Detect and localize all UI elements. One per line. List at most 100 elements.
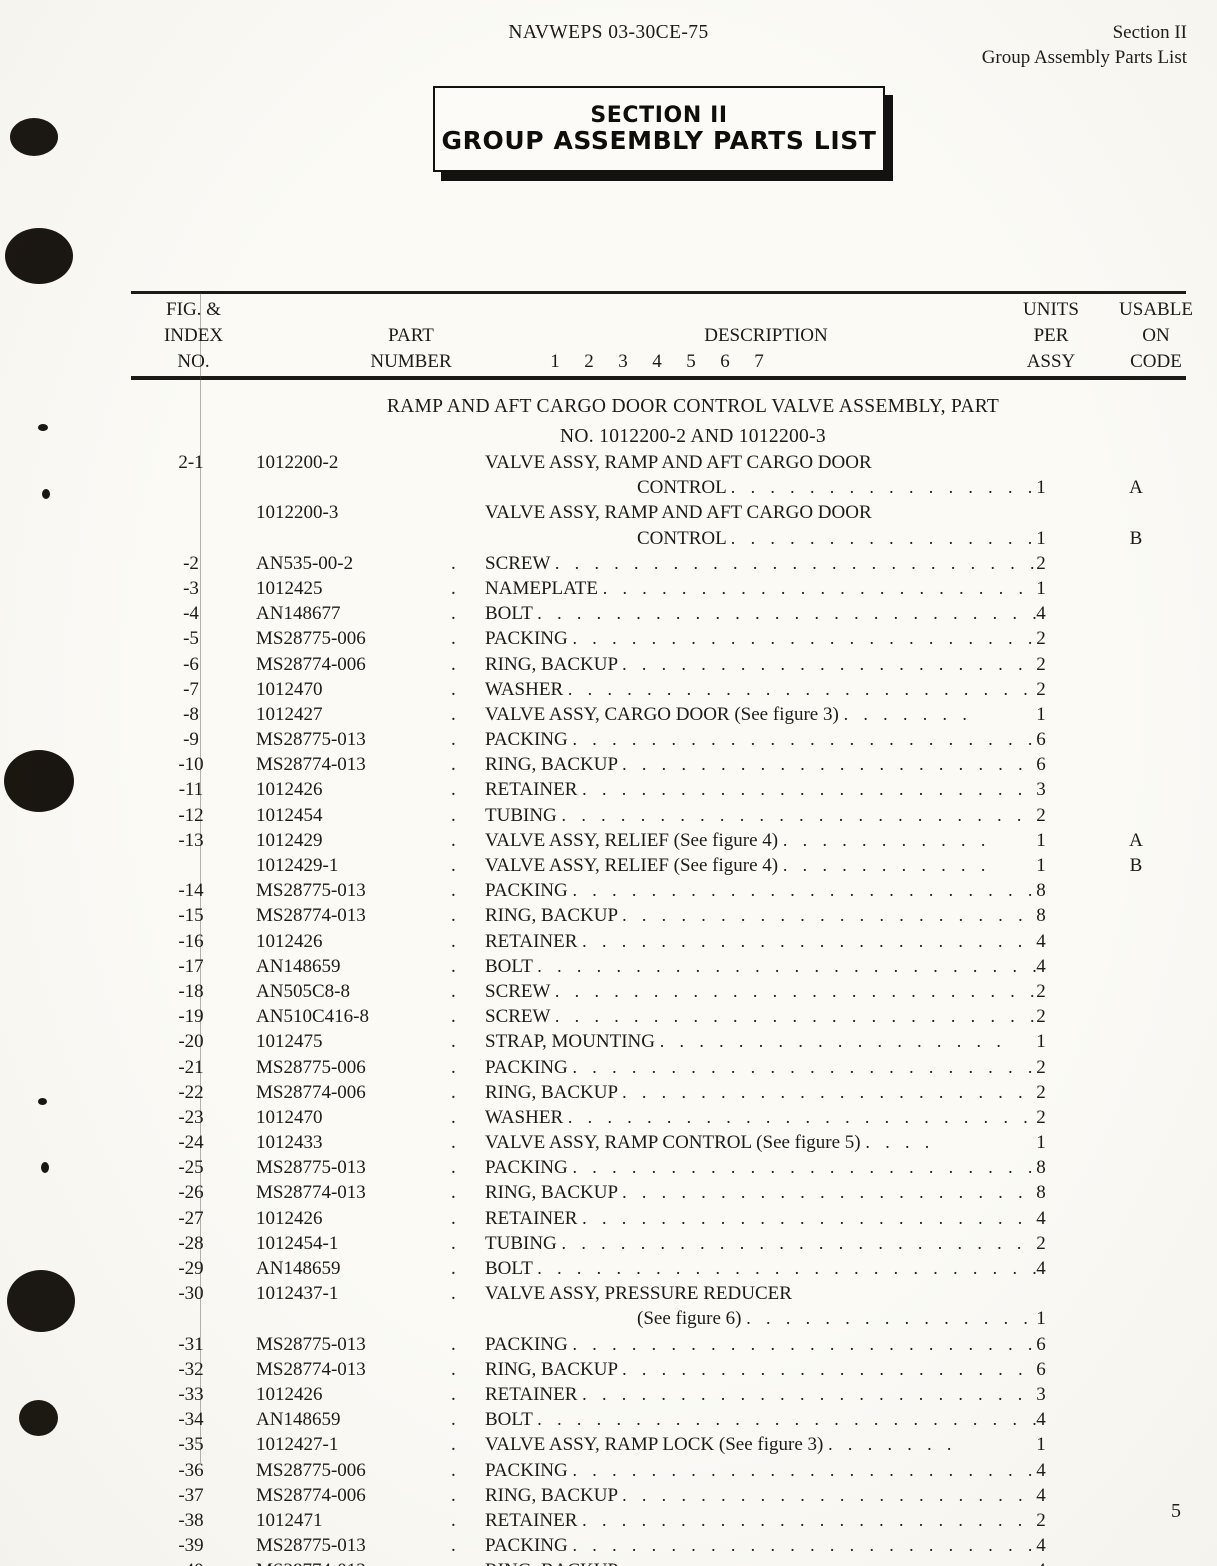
cell-description: .RING, BACKUP . . . . . . . . . . . . . … [447,1182,1037,1204]
cell-description: . PACKING . . . . . . . . . . . . . . . .… [447,729,1037,751]
description-text: VALVE ASSY, RAMP LOCK (See figure 3) [485,1434,829,1456]
indent-dot: . [447,1560,485,1566]
cell-units-per-assy: 2 [1036,678,1046,700]
cell-units-per-assy: 2 [1036,1056,1046,1078]
dot-leader: . . . . . . . . . . . . . . . . . . . . … [622,1484,1028,1505]
cell-description: .RING, BACKUP . . . . . . . . . . . . . … [447,754,1037,776]
cell-index-number: -25 [178,1157,204,1179]
dot-leader: . . . . . . . . . . . . . . . . . . . . … [537,1258,1037,1278]
indent-dot: . [451,804,456,826]
cell-index-number: -30 [178,1283,204,1305]
table-row: -9 MS28775-013. PACKING . . . . . . . . . … [131,729,1186,754]
description-text: BOLT [485,1409,538,1431]
cell-description: . SCREW . . . . . . . . . . . . . . . . .… [447,1006,1037,1028]
cell-part-number: 1012426 [256,930,323,952]
description-text: (See figure 6) [637,1308,747,1330]
indent-dot: . [451,577,456,599]
table-row: -4 AN148677. BOLT . . . . . . . . . . . . … [131,603,1186,628]
cell-description: . BOLT . . . . . . . . . . . . . . . . . … [447,603,1037,625]
indent-dot: . [451,1283,456,1305]
cell-part-number: 1012454 [256,804,323,826]
indent-dot: . [451,1207,456,1229]
table-row: -27 1012426. RETAINER . . . . . . . . . . … [131,1208,1186,1233]
cell-index-number: -39 [178,1535,204,1557]
table-row: 1012429-1. VALVE ASSY, RELIEF (See figure… [131,855,1186,880]
dot-leader: . . . . . . . [843,703,973,724]
binding-mark [10,118,58,156]
cell-part-number: AN148677 [256,603,341,625]
cell-index-number: -33 [178,1383,204,1405]
cell-description: . VALVE ASSY, PRESSURE REDUCER [447,1283,1037,1305]
cell-description: .RING, BACKUP . . . . . . . . . . . . . … [447,1560,1037,1566]
cell-description: . STRAP, MOUNTING . . . . . . . . . . . .… [447,1031,1037,1053]
description-text: RETAINER [485,1509,583,1531]
cell-usable-on-code: A [1129,829,1143,851]
column-header-description: DESCRIPTION [704,325,828,346]
cell-description: . NAMEPLATE . . . . . . . . . . . . . . .… [447,578,1037,600]
cell-part-number: MS28774-013 [256,905,366,927]
indent-level-5: 5 [686,351,696,372]
indent-level-1: 1 [550,351,560,372]
cell-part-number: MS28774-013 [251,1560,456,1566]
dot-leader: . . . . . . . . . . . . . . . . . . . . … [622,1358,1028,1379]
dot-leader: . . . . . . . . . . . . . . . . . . . . … [572,1056,1037,1077]
dot-leader: . . . . . . . . . . . . . . . . . . . . … [582,1383,1028,1404]
table-row: -18 AN505C8-8. SCREW . . . . . . . . . . .… [131,981,1186,1006]
dot-leader: . . . . . . . . . . . . . . . . . . . . … [572,1157,1037,1178]
dot-leader: . . . . . . . . . . . . . . . . . . . . … [602,577,1037,598]
cell-description: . RETAINER . . . . . . . . . . . . . . . … [447,779,1037,801]
cell-part-number: MS28774-006 [256,1484,366,1506]
indent-dot: . [451,703,456,725]
cell-part-number: MS28775-006 [256,1056,366,1078]
cell-description: .RING, BACKUP . . . . . . . . . . . . . … [447,1485,1037,1507]
cell-description: . BOLT . . . . . . . . . . . . . . . . . … [447,1409,1037,1431]
plate-box: SECTION II GROUP ASSEMBLY PARTS LIST [433,86,885,172]
dot-leader: . . . . . . . . . . . . . . . . . . . . … [572,880,1037,901]
plate-line-1: SECTION II [590,102,728,128]
cell-units-per-assy: 1 [1036,855,1046,876]
cell-part-number: 1012200-2 [256,452,339,473]
dot-leader: . . . . . . . . . . . . . . . . . . . . … [537,955,1037,976]
cell-description: .RING, BACKUP . . . . . . . . . . . . . … [447,905,1037,927]
cell-part-number: 1012433 [256,1132,323,1154]
indent-dot: . [451,955,456,977]
cell-part-number: MS28774-013 [256,754,366,776]
description-text: PACKING [485,1459,573,1481]
cell-units-per-assy: 8 [1036,905,1046,927]
indent-dot: . [451,1258,456,1279]
cell-index-number: -12 [178,804,204,826]
dot-leader: . . . . . . . . . . . . . . . . . . . . … [622,653,1028,674]
cell-part-number: 1012426 [256,1207,323,1229]
indent-dot: . [451,1182,456,1204]
table-row: -16 1012426. RETAINER . . . . . . . . . . … [131,931,1186,956]
cell-units-per-assy: 1 [1036,477,1046,499]
description-text: TUBING [485,1232,562,1254]
description-text: PACKING [485,1056,573,1078]
cell-units-per-assy: 4 [1036,1484,1046,1506]
assembly-caption: RAMP AND AFT CARGO DOOR CONTROL VALVE AS… [200,392,1186,452]
cell-description: . PACKING . . . . . . . . . . . . . . . .… [447,1334,1037,1356]
description-text: VALVE ASSY, PRESSURE REDUCER [485,1283,792,1305]
table-row: -20 1012475. STRAP, MOUNTING . . . . . . .… [131,1031,1186,1056]
indent-dot: . [451,1232,456,1254]
column-header-usable-on-code: USABLE ON CODE [1091,297,1217,375]
section-title-plate: SECTION II GROUP ASSEMBLY PARTS LIST [433,86,893,181]
cell-description: . PACKING . . . . . . . . . . . . . . . .… [447,1460,1037,1482]
cell-description: . SCREW . . . . . . . . . . . . . . . . .… [447,553,1037,575]
dot-leader: . . . . . . . . . . . . . . . . . . . . … [622,754,1028,775]
cell-index-number: -20 [178,1031,204,1053]
indent-dot: . [451,678,456,700]
indent-dot: . [451,1484,456,1506]
table-row: -8 1012427. VALVE ASSY, CARGO DOOR (See fi… [131,704,1186,729]
cell-units-per-assy: 2 [1036,628,1046,650]
cell-description: VALVE ASSY, RAMP AND AFT CARGO DOOR [447,502,1037,524]
cell-part-number: 1012454-1 [256,1232,339,1254]
table-row: -2 AN535-00-2. SCREW . . . . . . . . . . .… [131,553,1186,578]
dot-leader: . . . . [865,1132,935,1153]
description-text: RETAINER [485,1207,583,1229]
cell-part-number: MS28775-013 [256,729,366,751]
cell-index-number: -11 [178,779,204,801]
indent-dot: . [451,1056,456,1078]
dot-leader: . . . . . . . . . . . . . . . . . . . . … [554,980,1037,1001]
table-row: -12 1012454. TUBING . . . . . . . . . . . … [131,805,1186,830]
